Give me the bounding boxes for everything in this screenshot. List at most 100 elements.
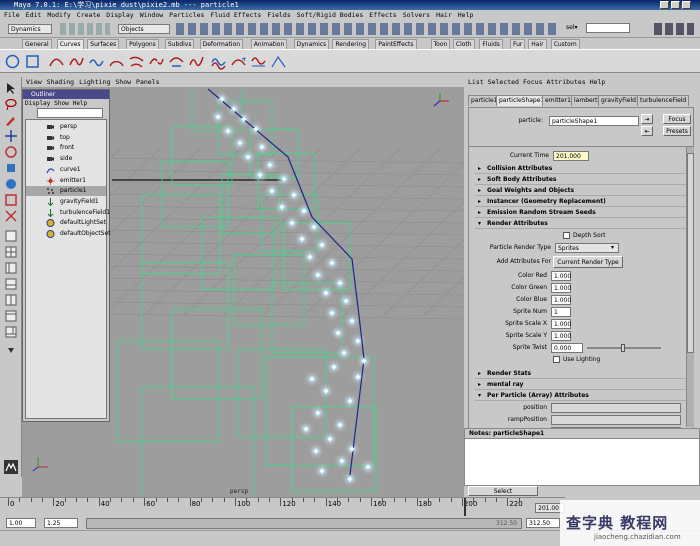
ae-tab-turbulencefield[interactable]: turbulenceField	[637, 95, 690, 106]
extend-curve-icon[interactable]	[188, 53, 205, 70]
paint-select-tool-icon[interactable]	[4, 113, 18, 127]
shelf-tab-dynamics[interactable]: Dynamics	[293, 39, 330, 49]
sprite-scale-x-field[interactable]: 1.000	[551, 319, 571, 329]
rebuild-curve-icon[interactable]	[250, 53, 267, 70]
soft-mod-tool-icon[interactable]	[4, 193, 18, 207]
sprite-twist-slider-handle[interactable]	[621, 344, 625, 352]
outliner-item-side[interactable]: side	[26, 154, 106, 164]
node-arrow-button[interactable]: ⇥	[641, 114, 653, 124]
menu-effects[interactable]: Effects	[369, 11, 396, 19]
layout-outliner-icon[interactable]	[4, 261, 18, 275]
shelf-tab-cloth[interactable]: Cloth	[452, 39, 475, 49]
minimize-button[interactable]	[660, 1, 669, 9]
selection-mode-field[interactable]: Objects	[118, 24, 170, 34]
node-arrow-button-2[interactable]: ⇤	[641, 126, 653, 136]
outliner-menu-show[interactable]: Show	[54, 100, 68, 107]
close-button[interactable]	[682, 1, 691, 9]
attribute-editor-scrollbar[interactable]	[686, 147, 694, 427]
shelf-tab-fluids[interactable]: Fluids	[479, 39, 503, 49]
shelf-tab-painteffects[interactable]: PaintEffects	[375, 39, 417, 49]
square-curve-icon[interactable]	[24, 53, 41, 70]
shelf-tab-subdivs[interactable]: Subdivs	[164, 39, 195, 49]
menu-edit[interactable]: Edit	[26, 11, 42, 19]
ae-menu-list[interactable]: List	[468, 78, 484, 86]
detach-curve-icon[interactable]	[148, 53, 165, 70]
menu-help[interactable]: Help	[458, 11, 474, 19]
circle-curve-icon[interactable]	[4, 53, 21, 70]
outliner-item-turbulencefield1[interactable]: turbulenceField1	[26, 208, 110, 218]
color-blue-field[interactable]: 1.000	[551, 295, 571, 305]
current-time-indicator[interactable]	[464, 498, 467, 516]
focus-button[interactable]: Focus	[663, 114, 691, 124]
menu-window[interactable]: Window	[140, 11, 163, 19]
ae-menu-selected[interactable]: Selected	[488, 78, 519, 86]
layout-persp-graph-icon[interactable]	[4, 309, 18, 323]
layout-single-icon[interactable]	[4, 229, 18, 243]
menu-set-dropdown[interactable]: Dynamics	[8, 24, 52, 34]
select-button[interactable]: Select	[468, 486, 538, 496]
quick-select-field[interactable]	[586, 23, 630, 33]
fillet-curve-icon[interactable]	[270, 53, 287, 70]
layout-hypershade-icon[interactable]	[4, 293, 18, 307]
outliner-item-emitter1[interactable]: emitter1	[26, 176, 106, 186]
anim-start-field[interactable]: 1.25	[44, 518, 78, 528]
outliner-item-front[interactable]: front	[26, 143, 106, 153]
show-manip-tool-icon[interactable]	[4, 209, 18, 223]
outliner-item-gravityfield1[interactable]: gravityField1	[26, 197, 106, 207]
render-type-dropdown[interactable]: Sprites	[555, 243, 619, 253]
select-tool-icon[interactable]	[4, 81, 18, 95]
panel-menu-show[interactable]: Show	[115, 78, 131, 86]
range-slider-bar[interactable]: 312.50	[86, 518, 522, 529]
use-lighting-checkbox[interactable]	[553, 356, 560, 363]
menu-create[interactable]: Create	[77, 11, 100, 19]
status-toolbar-icons[interactable]	[176, 23, 556, 35]
start-time-field[interactable]: 1.00	[6, 518, 36, 528]
time-slider[interactable]: 201.00 0 20 40 60 80 100 120 140 160 180 200 220	[0, 497, 565, 517]
panel-menu-view[interactable]: View	[26, 78, 42, 86]
panel-toggle-icons[interactable]	[654, 23, 694, 35]
node-name-field[interactable]: particleShape1	[549, 116, 639, 126]
move-tool-icon[interactable]	[4, 129, 18, 143]
shelf-tab-rendering[interactable]: Rendering	[332, 39, 370, 49]
sprite-num-field[interactable]: 1	[551, 307, 571, 317]
cv-curve-icon[interactable]	[48, 53, 65, 70]
section-mental-ray[interactable]: mental ray	[475, 380, 693, 390]
depth-sort-checkbox[interactable]	[563, 232, 570, 239]
panel-menu-panels[interactable]: Panels	[136, 78, 159, 86]
arc-curve-icon[interactable]	[108, 53, 125, 70]
maximize-button[interactable]	[671, 1, 680, 9]
outliner-menu-help[interactable]: Help	[73, 100, 87, 107]
section-goal-weights[interactable]: Goal Weights and Objects	[475, 186, 693, 196]
ep-curve-icon[interactable]	[68, 53, 85, 70]
shelf-tab-animation[interactable]: Animation	[250, 39, 288, 49]
anim-end-field[interactable]: 312.50	[526, 518, 560, 528]
ae-tab-particleshape1[interactable]: particleShape1	[496, 95, 548, 106]
menu-hair[interactable]: Hair	[436, 11, 452, 19]
menu-particles[interactable]: Particles	[169, 11, 204, 19]
ae-tab-emitter1[interactable]: emitter1	[542, 95, 574, 106]
section-instancer[interactable]: Instancer (Geometry Replacement)	[475, 197, 693, 207]
menu-modify[interactable]: Modify	[47, 11, 70, 19]
scrollbar-thumb[interactable]	[687, 153, 694, 353]
layout-graph-icon[interactable]	[4, 277, 18, 291]
panel-menu-lighting[interactable]: Lighting	[79, 78, 110, 86]
shelf-tab-toon[interactable]: Toon	[430, 39, 451, 49]
outliner-item-persp[interactable]: persp	[26, 122, 106, 132]
ae-menu-help[interactable]: Help	[590, 78, 606, 86]
outliner-item-defaultobjectset[interactable]: defaultObjectSet	[26, 229, 111, 239]
offset-curve-icon[interactable]	[210, 53, 227, 70]
manipulator-tool-icon[interactable]	[4, 177, 18, 191]
section-render-stats[interactable]: Render Stats	[475, 369, 693, 379]
outliner-filter-field[interactable]	[37, 108, 103, 118]
attach-curve-icon[interactable]	[128, 53, 145, 70]
color-red-field[interactable]: 1.000	[551, 271, 571, 281]
notes-area[interactable]: Notes: particleShape1	[464, 428, 700, 486]
current-render-type-button[interactable]: Current Render Type	[553, 256, 623, 268]
menu-soft-rigid-bodies[interactable]: Soft/Rigid Bodies	[297, 11, 364, 19]
section-per-particle[interactable]: Per Particle (Array) Attributes	[475, 391, 693, 401]
section-render-attributes[interactable]: Render Attributes	[475, 219, 693, 229]
menu-file[interactable]: File	[4, 11, 20, 19]
lasso-tool-icon[interactable]	[4, 97, 18, 111]
menu-display[interactable]: Display	[106, 11, 133, 19]
panel-menu-shading[interactable]: Shading	[47, 78, 74, 86]
